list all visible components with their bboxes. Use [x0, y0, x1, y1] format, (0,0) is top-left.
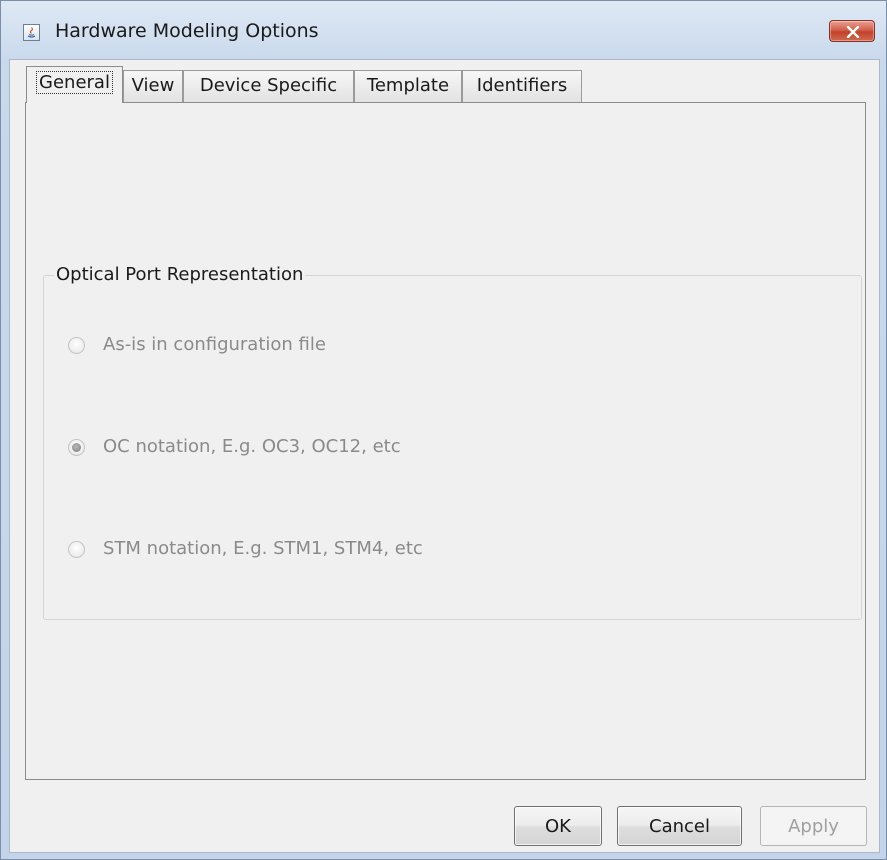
ok-button[interactable]: OK: [514, 806, 602, 846]
java-app-icon: [23, 24, 40, 41]
radio-oc-notation-button[interactable]: [68, 439, 85, 456]
tab-device-specific-label: Device Specific: [199, 75, 338, 96]
window-title: Hardware Modeling Options: [55, 20, 319, 42]
close-icon: [846, 26, 860, 38]
optical-port-group-title: Optical Port Representation: [54, 264, 306, 285]
close-button[interactable]: [829, 20, 875, 42]
radio-as-is-button[interactable]: [68, 337, 85, 354]
tab-device-specific[interactable]: Device Specific: [183, 70, 354, 102]
general-tab-panel: Optical Port Representation As-is in con…: [25, 102, 866, 780]
cancel-button[interactable]: Cancel: [617, 806, 742, 846]
tab-general-label: General: [36, 71, 113, 94]
tab-view-label: View: [131, 75, 175, 96]
tab-template[interactable]: Template: [354, 70, 462, 102]
tab-template-label: Template: [366, 75, 450, 96]
radio-oc-notation-label: OC notation, E.g. OC3, OC12, etc: [103, 436, 401, 457]
tab-general[interactable]: General: [26, 66, 123, 103]
dialog-client-area: General View Device Specific Template Id…: [9, 59, 880, 853]
radio-as-is-label: As-is in configuration file: [103, 334, 326, 355]
tab-identifiers[interactable]: Identifiers: [462, 70, 582, 102]
dialog-window: Hardware Modeling Options General View D…: [0, 0, 887, 860]
optical-port-group: Optical Port Representation As-is in con…: [43, 264, 862, 620]
tab-identifiers-label: Identifiers: [476, 75, 568, 96]
tab-view[interactable]: View: [123, 70, 183, 102]
apply-button[interactable]: Apply: [760, 806, 867, 846]
radio-stm-notation-button[interactable]: [68, 541, 85, 558]
title-bar[interactable]: Hardware Modeling Options: [1, 1, 886, 61]
radio-stm-notation-label: STM notation, E.g. STM1, STM4, etc: [103, 538, 423, 559]
